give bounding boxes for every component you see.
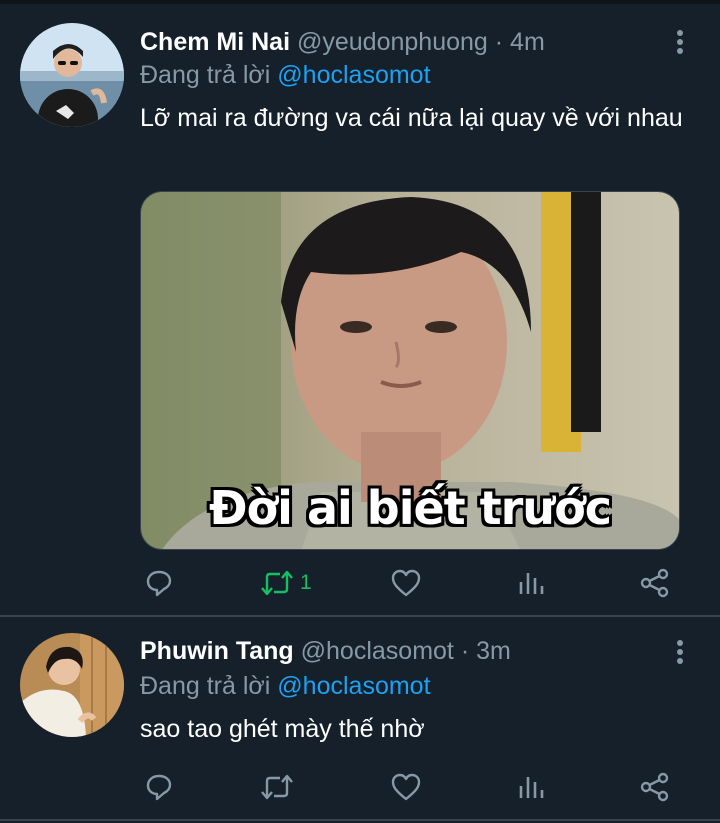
heart-icon — [391, 569, 421, 597]
share-icon — [640, 772, 669, 802]
more-vertical-icon[interactable] — [670, 637, 690, 667]
like-button[interactable] — [390, 767, 422, 807]
reply-prefix: Đang trả lời — [140, 61, 271, 89]
heart-icon — [391, 773, 421, 801]
separator: · — [460, 637, 470, 665]
analytics-button[interactable] — [517, 767, 545, 807]
tweet-divider — [0, 819, 720, 821]
reply-icon — [146, 570, 172, 597]
retweet-icon — [261, 570, 293, 596]
avatar[interactable] — [20, 23, 124, 127]
share-button[interactable] — [640, 767, 670, 807]
reply-mention-link[interactable]: @hoclasomot — [277, 672, 430, 700]
reply-mention-link[interactable]: @hoclasomot — [277, 61, 430, 89]
more-vertical-icon[interactable] — [670, 27, 690, 57]
tweet-text: sao tao ghét mày thế nhờ — [140, 715, 425, 743]
tweet-header: Phuwin Tang @hoclasomot · 3m — [140, 636, 660, 666]
tweet-feed: Chem Mi Nai @yeudonphuong · 4m Đang trả … — [0, 0, 720, 823]
separator: · — [494, 28, 504, 56]
tweet-media[interactable]: Đời ai biết trước — [140, 191, 680, 550]
reply-button[interactable] — [144, 563, 174, 603]
share-icon — [640, 568, 669, 598]
avatar-image — [20, 633, 124, 737]
retweet-count: 1 — [300, 571, 312, 594]
display-name[interactable]: Chem Mi Nai — [140, 28, 290, 56]
media-caption: Đời ai biết trước — [209, 481, 612, 535]
avatar-image — [20, 23, 124, 127]
retweet-button[interactable] — [260, 767, 300, 807]
like-button[interactable] — [390, 563, 422, 603]
handle[interactable]: @yeudonphuong — [297, 28, 488, 56]
display-name[interactable]: Phuwin Tang — [140, 637, 294, 665]
tweet[interactable]: Phuwin Tang @hoclasomot · 3m Đang trả lờ… — [0, 617, 720, 823]
retweet-icon — [261, 774, 293, 800]
reply-context: Đang trả lời @hoclasomot — [140, 60, 431, 90]
timestamp[interactable]: 4m — [510, 28, 545, 56]
tweet-header: Chem Mi Nai @yeudonphuong · 4m — [140, 27, 660, 57]
timestamp[interactable]: 3m — [476, 637, 511, 665]
reply-icon — [146, 774, 172, 801]
analytics-icon — [519, 777, 544, 798]
tweet[interactable]: Chem Mi Nai @yeudonphuong · 4m Đang trả … — [0, 0, 720, 617]
action-bar: 1 — [140, 563, 680, 603]
action-bar — [140, 767, 680, 807]
reply-context: Đang trả lời @hoclasomot — [140, 671, 431, 701]
reply-button[interactable] — [144, 767, 174, 807]
retweet-button[interactable]: 1 — [260, 563, 312, 603]
avatar[interactable] — [20, 633, 124, 737]
share-button[interactable] — [640, 563, 670, 603]
tweet-text: Lỡ mai ra đường va cái nữa lại quay về v… — [140, 104, 683, 132]
reply-prefix: Đang trả lời — [140, 672, 271, 700]
analytics-icon — [519, 573, 544, 594]
handle[interactable]: @hoclasomot — [301, 637, 454, 665]
analytics-button[interactable] — [517, 563, 545, 603]
